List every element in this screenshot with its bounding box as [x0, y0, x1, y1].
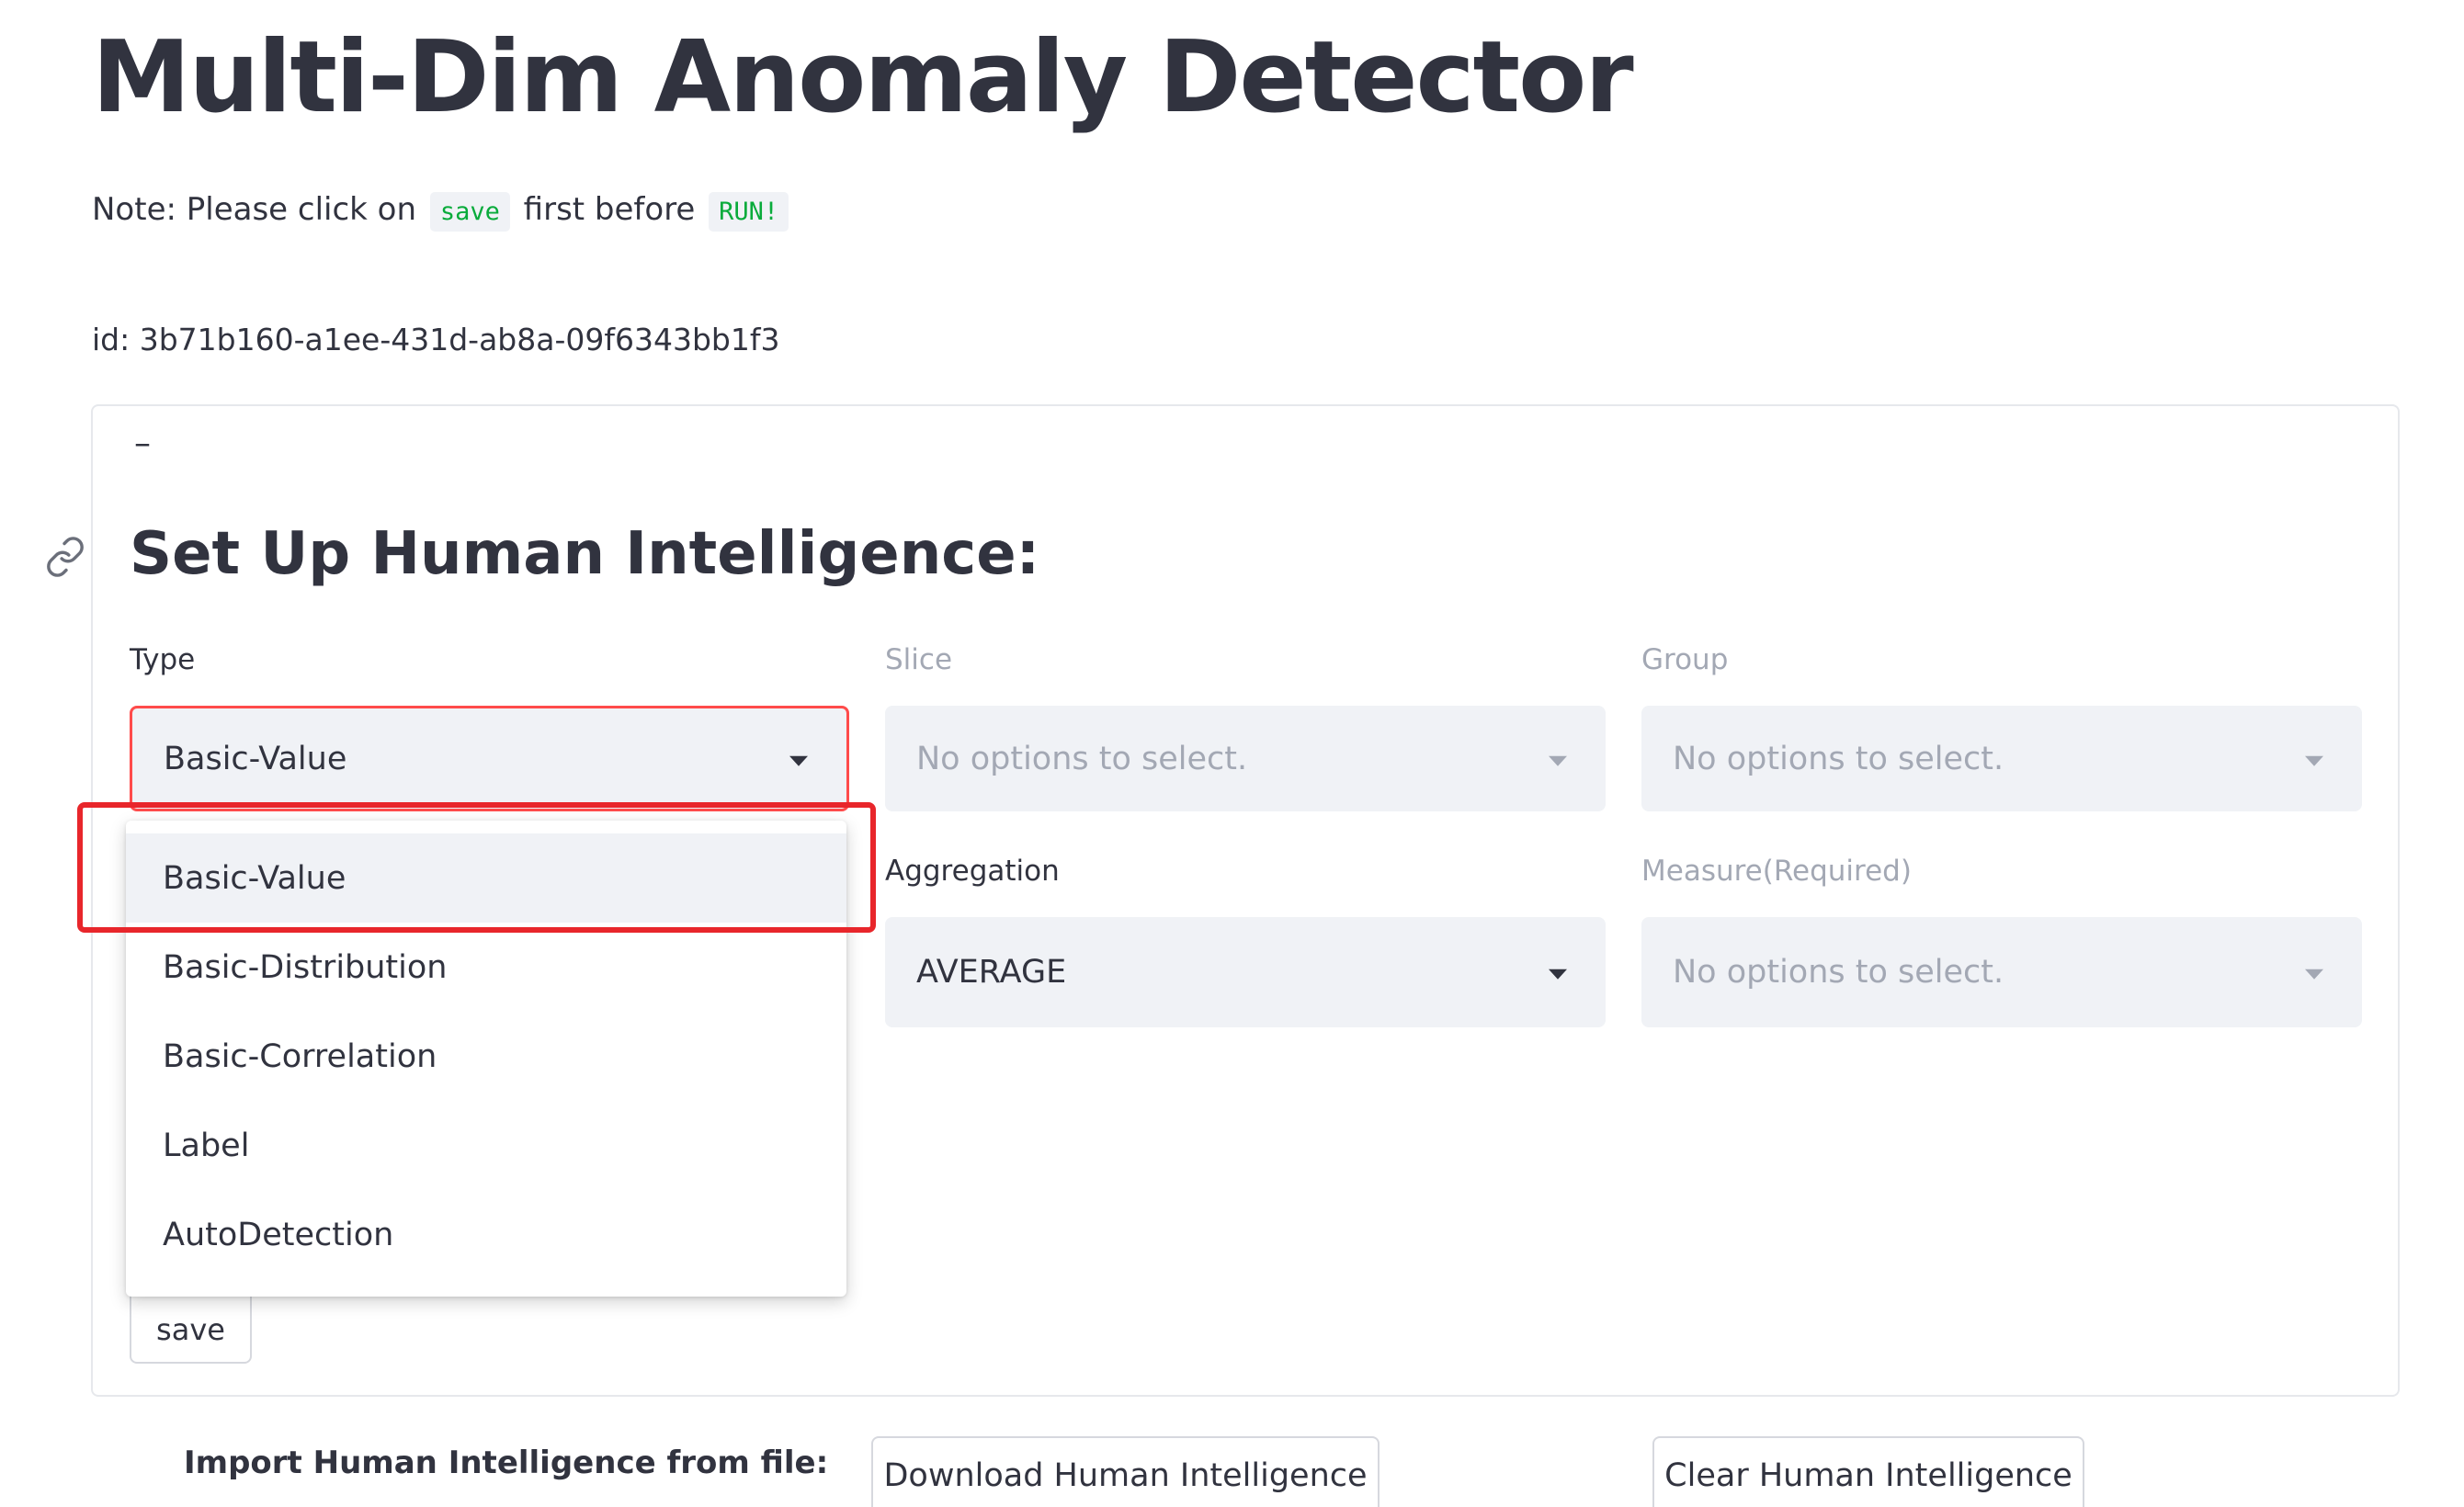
link-icon[interactable]	[44, 536, 86, 578]
measure-select-value: No options to select.	[1673, 954, 2004, 991]
type-select[interactable]: Basic-Value	[130, 706, 849, 811]
aggregation-label: Aggregation	[885, 855, 1060, 888]
note-text: Note: Please click on save first before …	[92, 191, 792, 232]
expander-collapse-toggle[interactable]: –	[134, 425, 151, 462]
type-dropdown-menu: Basic-Value Basic-Distribution Basic-Cor…	[126, 821, 846, 1297]
aggregation-select[interactable]: AVERAGE	[885, 917, 1606, 1027]
dropdown-option[interactable]: Label	[126, 1101, 846, 1190]
slice-select[interactable]: No options to select.	[885, 706, 1606, 811]
section-title: Set Up Human Intelligence:	[130, 520, 1040, 588]
dropdown-option[interactable]: Basic-Correlation	[126, 1012, 846, 1101]
run-code: RUN!	[709, 192, 789, 232]
import-label: Import Human Intelligence from file:	[184, 1445, 829, 1481]
group-select[interactable]: No options to select.	[1641, 706, 2362, 811]
chevron-down-icon	[1549, 969, 1567, 980]
session-id: id: 3b71b160-a1ee-431d-ab8a-09f6343bb1f3	[92, 322, 780, 357]
app-page: Multi-Dim Anomaly Detector Note: Please …	[0, 0, 2464, 1507]
slice-select-value: No options to select.	[916, 740, 1248, 777]
download-human-intelligence-button[interactable]: Download Human Intelligence	[871, 1436, 1380, 1507]
chevron-down-icon	[2305, 755, 2323, 766]
chevron-down-icon	[2305, 969, 2323, 980]
chevron-down-icon	[789, 755, 808, 766]
dropdown-option[interactable]: Basic-Distribution	[126, 923, 846, 1012]
type-select-value: Basic-Value	[164, 740, 347, 777]
aggregation-select-value: AVERAGE	[916, 954, 1067, 991]
dropdown-option[interactable]: AutoDetection	[126, 1190, 846, 1279]
slice-label: Slice	[885, 643, 953, 676]
chevron-down-icon	[1549, 755, 1567, 766]
note-prefix: Note: Please click on	[92, 191, 417, 228]
group-select-value: No options to select.	[1673, 740, 2004, 777]
measure-select[interactable]: No options to select.	[1641, 917, 2362, 1027]
type-label: Type	[130, 643, 196, 676]
clear-human-intelligence-button[interactable]: Clear Human Intelligence	[1652, 1436, 2084, 1507]
page-title: Multi-Dim Anomaly Detector	[92, 20, 1634, 135]
measure-label: Measure(Required)	[1641, 855, 1912, 888]
note-middle: first before	[523, 191, 696, 228]
save-code: save	[429, 192, 510, 232]
dropdown-option[interactable]: Basic-Value	[126, 833, 846, 923]
group-label: Group	[1641, 643, 1729, 676]
